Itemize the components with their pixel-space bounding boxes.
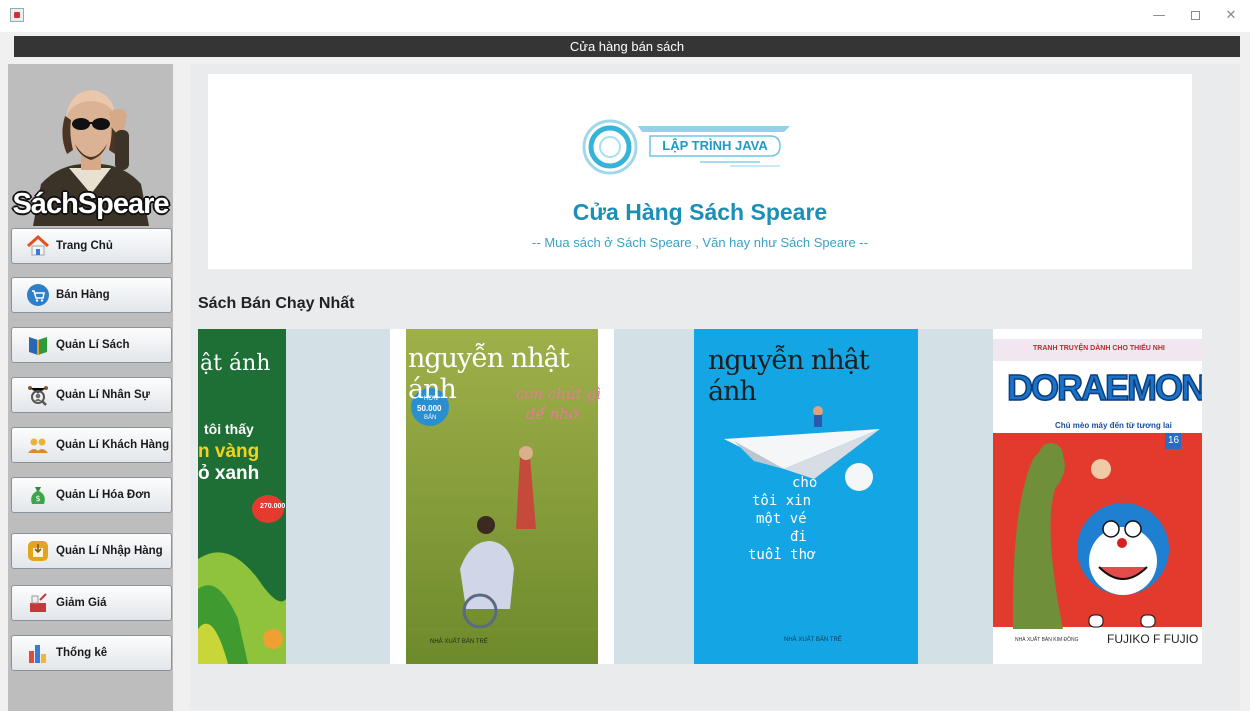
sidebar-item-label: Thống kê	[56, 647, 108, 659]
window-titlebar: — ✕	[0, 0, 1250, 32]
sidebar-item-ban-hang[interactable]: Bán Hàng	[11, 277, 172, 313]
cart-icon	[26, 283, 50, 307]
banner-subtitle: -- Mua sách ở Sách Speare , Văn hay như …	[532, 235, 868, 250]
book-title-line: cho	[792, 475, 818, 491]
sidebar-item-quan-li-hoa-don[interactable]: $ Quản Lí Hóa Đơn	[11, 477, 172, 513]
sidebar-item-giam-gia[interactable]: Giảm Giá	[11, 585, 172, 621]
sachspeare-logo: SáchSpeare	[11, 76, 170, 226]
book-title-line: ỏ xanh	[198, 463, 260, 484]
sidebar-item-trang-chu[interactable]: Trang Chủ	[11, 228, 172, 264]
store-banner: LẬP TRÌNH JAVA Cửa Hàng Sách Speare -- M…	[208, 74, 1192, 269]
sidebar: SáchSpeare Trang Chủ Bán Hàng Quản Lí Sá…	[8, 64, 173, 711]
book-title: DORAEMON	[1006, 366, 1202, 409]
lap-trinh-java-logo-icon: LẬP TRÌNH JAVA	[582, 119, 790, 175]
book-author: ật ánh	[200, 351, 271, 376]
book-cover[interactable]: nguyễn nhật ánh con chút gì để nhớ HƠN 5…	[390, 329, 614, 664]
book-cover-art-icon	[198, 329, 286, 664]
sidebar-item-quan-li-nhan-su[interactable]: Quản Lí Nhân Sự	[11, 377, 172, 413]
sidebar-item-quan-li-sach[interactable]: Quản Lí Sách	[11, 327, 172, 363]
sales-badge: 270.000	[260, 503, 286, 510]
main-content: LẬP TRÌNH JAVA Cửa Hàng Sách Speare -- M…	[190, 64, 1240, 710]
book-title-line: đi	[790, 529, 807, 545]
sidebar-item-label: Quản Lí Nhân Sự	[56, 389, 150, 401]
statistics-icon	[26, 641, 50, 665]
money-bag-icon: $	[26, 483, 50, 507]
home-icon	[26, 234, 50, 258]
sales-badge-top: HƠN	[424, 396, 438, 402]
book-author: nguyễn nhật ánh	[708, 345, 870, 407]
book-title-line: tuổi thơ	[748, 547, 816, 563]
java-app-icon	[10, 8, 24, 22]
book-publisher: NHÀ XUẤT BẢN KIM ĐỒNG	[1015, 637, 1079, 643]
import-icon	[26, 539, 50, 563]
logo-text: SáchSpeare	[12, 188, 169, 220]
banner-title: Cửa Hàng Sách Speare	[572, 199, 828, 225]
sidebar-item-label: Quản Lí Khách Hàng	[56, 439, 170, 451]
minimize-button[interactable]: —	[1144, 4, 1174, 28]
sidebar-item-label: Trang Chủ	[56, 240, 113, 252]
book-icon	[26, 333, 50, 357]
book-title-line: tôi xin	[752, 493, 812, 509]
book-cover[interactable]: TRANH TRUYỆN DÀNH CHO THIẾU NHI DORAEMON…	[993, 329, 1202, 664]
sales-badge-bottom: BẢN	[424, 415, 437, 421]
book-series: TRANH TRUYỆN DÀNH CHO THIẾU NHI	[1033, 345, 1165, 352]
book-title-line: con chút gì	[516, 385, 601, 403]
sidebar-item-label: Giảm Giá	[56, 597, 107, 609]
sidebar-item-label: Quản Lí Sách	[56, 339, 130, 351]
maximize-button[interactable]	[1180, 4, 1210, 28]
book-cover[interactable]: nguyễn nhật ánh cho tôi xin một vé đi tu…	[694, 329, 918, 664]
book-publisher: NHÀ XUẤT BẢN TRẺ	[430, 639, 488, 645]
sidebar-item-thong-ke[interactable]: Thống kê	[11, 635, 172, 671]
book-volume: 16	[1168, 435, 1180, 446]
svg-text:$: $	[35, 494, 40, 503]
book-title-line: một vé	[756, 511, 807, 527]
banner-logo-text: LẬP TRÌNH JAVA	[662, 138, 768, 153]
book-publisher: NHÀ XUẤT BẢN TRẺ	[784, 637, 842, 643]
book-author: FUJIKO F FUJIO	[1107, 632, 1199, 646]
sidebar-item-label: Quản Lí Hóa Đơn	[56, 489, 151, 501]
discount-icon	[26, 591, 50, 615]
sidebar-item-label: Bán Hàng	[56, 289, 110, 301]
close-button[interactable]: ✕	[1216, 4, 1246, 28]
sidebar-item-quan-li-khach-hang[interactable]: Quản Lí Khách Hàng	[11, 427, 172, 463]
book-cover[interactable]: ật ánh tôi thấy n vàng ỏ xanh 270.000	[198, 329, 286, 664]
staff-icon	[26, 383, 50, 407]
book-subtitle: Chú mèo máy đến từ tương lai	[1055, 421, 1172, 430]
customers-icon	[26, 433, 50, 457]
book-title-line: tôi thấy	[204, 421, 254, 437]
maximize-icon	[1190, 11, 1200, 20]
sidebar-item-quan-li-nhap-hang[interactable]: Quản Lí Nhập Hàng	[11, 533, 172, 569]
book-title-line: để nhớ	[526, 405, 578, 423]
bestsellers-carousel[interactable]: ật ánh tôi thấy n vàng ỏ xanh 270.000 ng…	[198, 329, 1202, 664]
sales-badge: 50.000	[417, 404, 442, 413]
bestsellers-title: Sách Bán Chạy Nhất	[198, 295, 355, 312]
app-header-title: Cửa hàng bán sách	[14, 36, 1240, 57]
book-title-line: n vàng	[198, 441, 260, 462]
sidebar-item-label: Quản Lí Nhập Hàng	[56, 545, 163, 557]
